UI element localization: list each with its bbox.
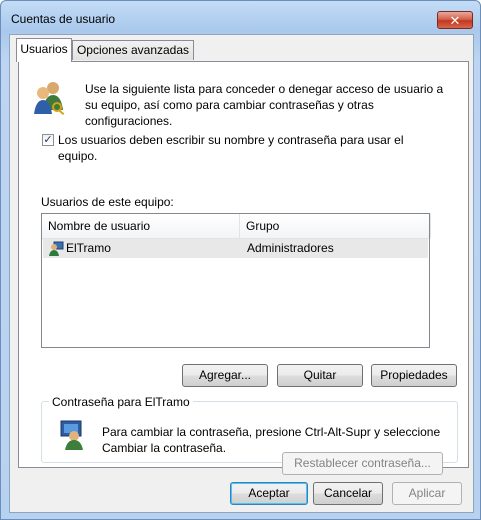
require-password-checkbox[interactable]: ✓ bbox=[42, 134, 54, 146]
user-name-cell: ElTramo bbox=[66, 241, 111, 255]
user-accounts-window: Cuentas de usuario ✕ Usuarios Opciones a… bbox=[0, 0, 481, 520]
window-title: Cuentas de usuario bbox=[11, 12, 116, 26]
close-icon: ✕ bbox=[449, 13, 461, 28]
ok-button[interactable]: Aceptar bbox=[230, 482, 308, 505]
users-list-label: Usuarios de este equipo: bbox=[41, 195, 174, 209]
table-row[interactable]: ElTramo Administradores bbox=[43, 239, 428, 258]
require-password-label[interactable]: Los usuarios deben escribir su nombre y … bbox=[58, 132, 438, 164]
reset-password-button[interactable]: Restablecer contraseña... bbox=[282, 452, 443, 475]
remove-user-button[interactable]: Quitar bbox=[277, 364, 363, 387]
close-button[interactable]: ✕ bbox=[437, 11, 473, 29]
apply-button[interactable]: Aplicar bbox=[392, 482, 462, 505]
user-icon bbox=[49, 241, 64, 256]
tab-opciones-avanzadas[interactable]: Opciones avanzadas bbox=[72, 40, 194, 60]
users-list[interactable]: Nombre de usuario Grupo ElTramo Administ… bbox=[41, 213, 431, 348]
column-header-group[interactable]: Grupo bbox=[240, 214, 431, 238]
tab-usuarios[interactable]: Usuarios bbox=[16, 38, 72, 62]
list-header: Nombre de usuario Grupo bbox=[42, 214, 431, 239]
dialog-client-area: Usuarios Opciones avanzadas Use la sigui… bbox=[9, 34, 474, 513]
password-group-title: Contraseña para ElTramo bbox=[49, 395, 193, 409]
intro-text: Use la siguiente lista para conceder o d… bbox=[85, 82, 444, 128]
title-bar[interactable]: Cuentas de usuario ✕ bbox=[1, 1, 480, 34]
user-computer-icon bbox=[60, 420, 83, 450]
user-group-cell: Administradores bbox=[247, 241, 334, 255]
cancel-button[interactable]: Cancelar bbox=[313, 482, 383, 505]
properties-button[interactable]: Propiedades bbox=[371, 364, 457, 387]
users-icon bbox=[34, 82, 65, 116]
checkmark-icon: ✓ bbox=[43, 134, 53, 146]
tab-panel-usuarios: Use la siguiente lista para conceder o d… bbox=[18, 61, 469, 475]
add-user-button[interactable]: Agregar... bbox=[182, 364, 268, 387]
column-header-username[interactable]: Nombre de usuario bbox=[42, 214, 240, 238]
